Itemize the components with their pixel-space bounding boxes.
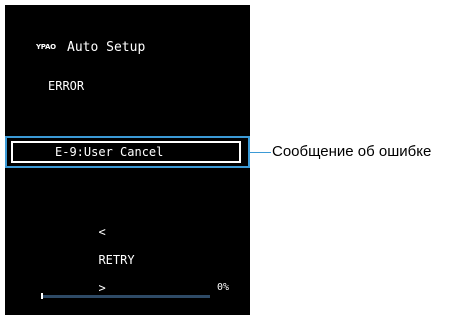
ypao-logo: YPAO [36,43,56,51]
retry-selector[interactable]: < RETRY > [84,211,134,295]
progress-percent: 0% [217,282,230,293]
callout-leader-line [250,152,271,153]
chevron-right-icon[interactable]: > [98,281,105,295]
progress-bar [43,295,210,298]
retry-label[interactable]: RETRY [98,253,134,267]
screen-title: Auto Setup [67,40,146,55]
chevron-left-icon[interactable]: < [98,225,105,239]
error-status-label: ERROR [48,79,85,93]
callout-label: Сообщение об ошибке [272,143,432,160]
error-message-text: E-9:User Cancel [55,145,164,159]
